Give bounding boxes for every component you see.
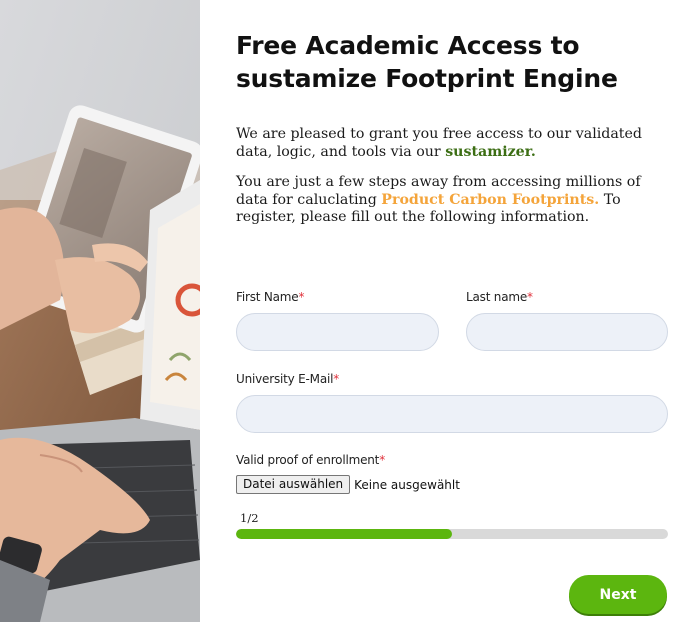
hero-photo <box>0 0 200 622</box>
registration-panel: Free Academic Access to sustamize Footpr… <box>200 0 694 622</box>
sustamizer-highlight: sustamizer. <box>445 143 536 160</box>
first-name-input[interactable] <box>236 313 439 351</box>
progress-bar-fill <box>236 529 452 539</box>
required-marker: * <box>333 372 340 386</box>
page-title: Free Academic Access to sustamize Footpr… <box>236 31 618 93</box>
label-text: Last name <box>466 290 528 304</box>
choose-file-button[interactable]: Datei auswählen <box>236 475 351 494</box>
intro-paragraph-1: We are pleased to grant you free access … <box>236 126 666 161</box>
file-status-text: Keine ausgewählt <box>354 477 460 492</box>
progress-bar <box>236 529 668 539</box>
last-name-label: Last name* <box>466 290 533 304</box>
last-name-input[interactable] <box>466 313 668 351</box>
next-button[interactable]: Next <box>569 575 667 614</box>
required-marker: * <box>527 290 533 304</box>
pcf-highlight: Product Carbon Footprints. <box>381 191 600 208</box>
file-upload: Datei auswählen Keine ausgewählt <box>236 475 460 494</box>
label-text: First Name <box>236 290 299 304</box>
proof-label: Valid proof of enrollment* <box>236 453 385 467</box>
label-text: University E-Mail <box>236 372 334 386</box>
email-label: University E-Mail* <box>236 372 339 386</box>
intro-text: We are pleased to grant you free access … <box>236 126 642 160</box>
required-marker: * <box>379 453 385 467</box>
first-name-label: First Name* <box>236 290 304 304</box>
label-text: Valid proof of enrollment <box>236 453 380 467</box>
intro-paragraph-2: You are just a few steps away from acces… <box>236 174 666 227</box>
required-marker: * <box>298 290 305 304</box>
step-indicator: 1/2 <box>240 511 259 525</box>
email-input[interactable] <box>236 395 668 433</box>
